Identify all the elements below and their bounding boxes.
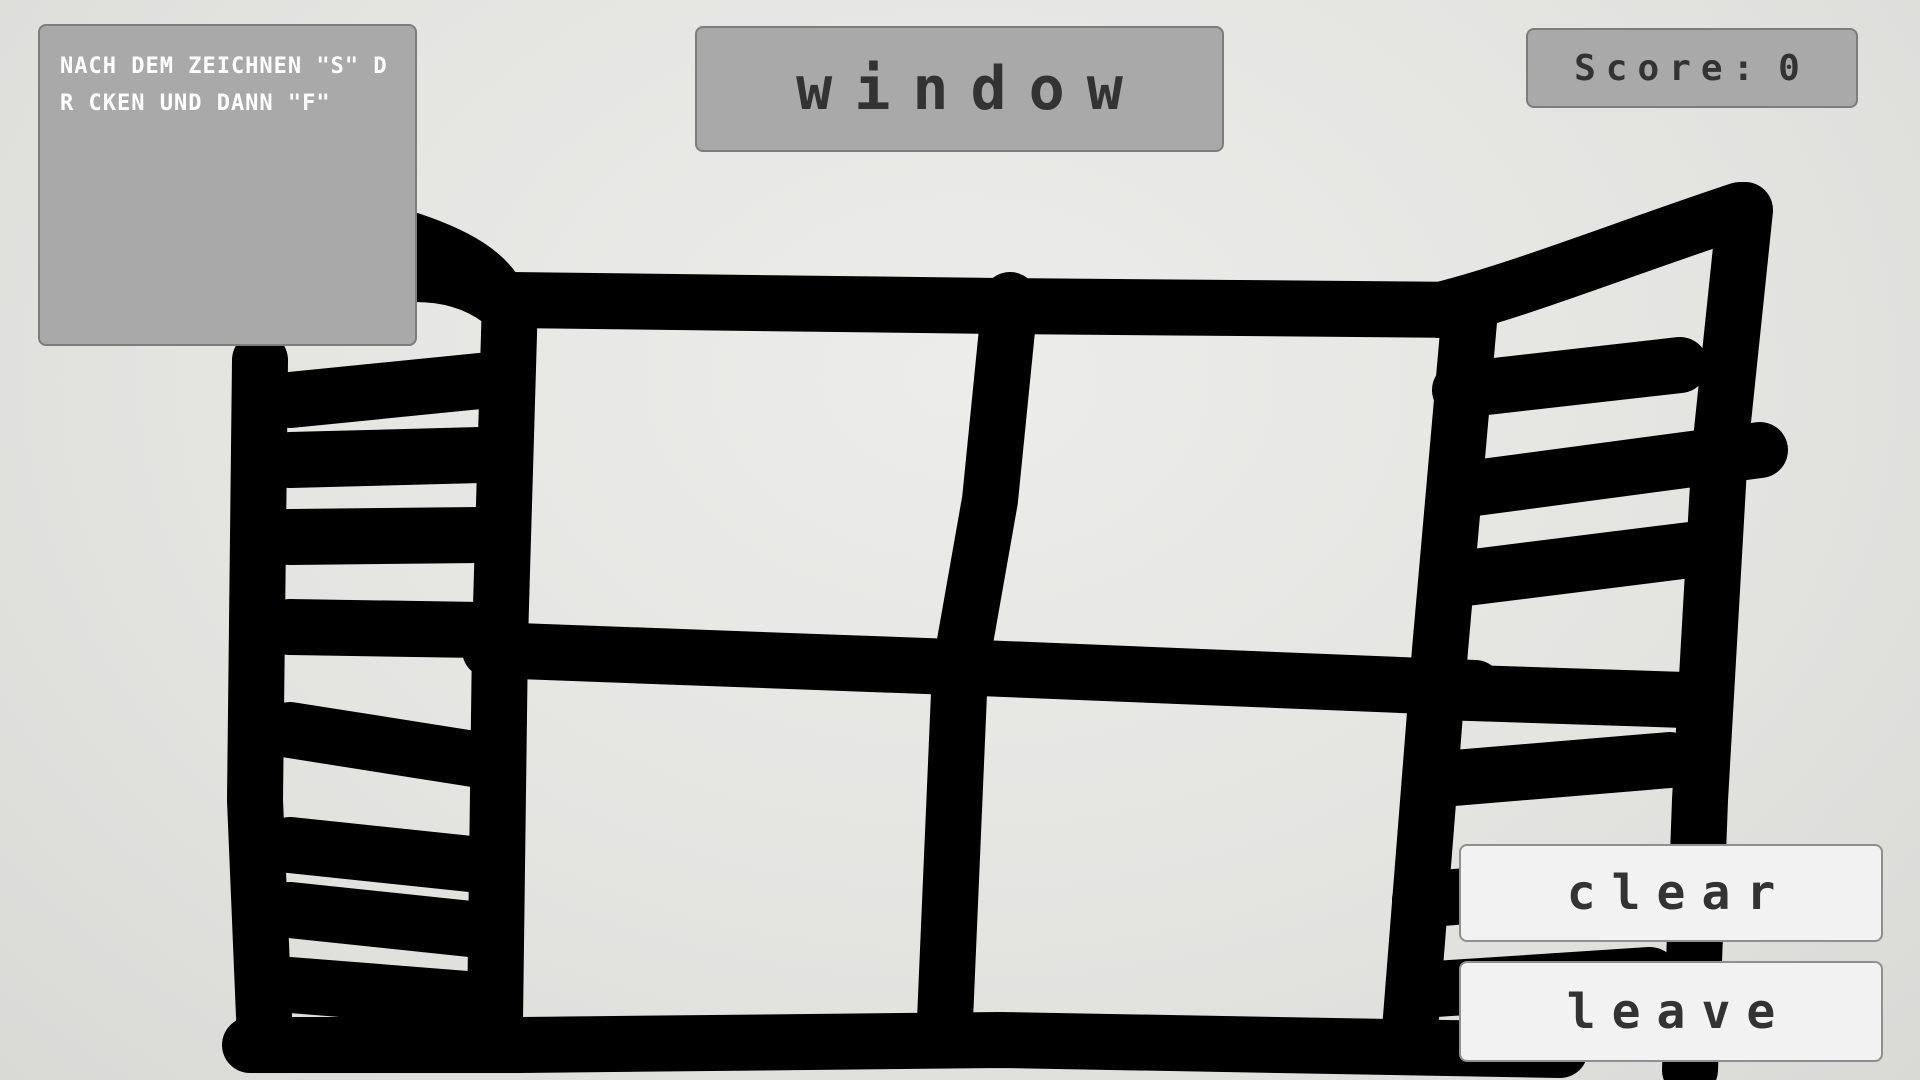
leave-button[interactable]: leave — [1459, 961, 1883, 1062]
instruction-panel: NACH DEM ZEICHNEN "S" DR CKEN UND DANN "… — [38, 24, 417, 346]
score-value: 0 — [1778, 47, 1810, 89]
left-curtain-fold-stroke — [262, 599, 508, 658]
right-curtain-fold-stroke — [1432, 422, 1788, 518]
left-curtain-fold-stroke — [262, 817, 508, 893]
right-curtain-fold-stroke — [1402, 732, 1698, 808]
left-curtain-fold-stroke — [262, 427, 508, 488]
score-label: Score: — [1574, 47, 1765, 89]
clear-button[interactable]: clear — [1459, 844, 1883, 942]
mullion-horizontal-stroke — [462, 622, 1503, 716]
left-curtain-fold-stroke — [262, 352, 518, 428]
right-curtain-fold-stroke — [1432, 337, 1708, 418]
frame-bottom-stroke — [222, 1012, 1588, 1078]
left-curtain-fold-stroke — [262, 507, 508, 565]
target-word-panel: window — [695, 26, 1224, 152]
left-curtain-fold-stroke — [262, 957, 508, 1028]
right-curtain-fold-stroke — [1422, 522, 1718, 608]
score-panel: Score: 0 — [1526, 28, 1858, 108]
right-curtain-fold-stroke — [1412, 664, 1713, 728]
left-curtain-fold-stroke — [262, 702, 508, 788]
left-curtain-fold-stroke — [262, 882, 508, 958]
right-curtain-rod-stroke — [1412, 182, 1768, 338]
target-word: window — [796, 54, 1145, 124]
instruction-text: NACH DEM ZEICHNEN "S" DR CKEN UND DANN "… — [60, 54, 388, 116]
